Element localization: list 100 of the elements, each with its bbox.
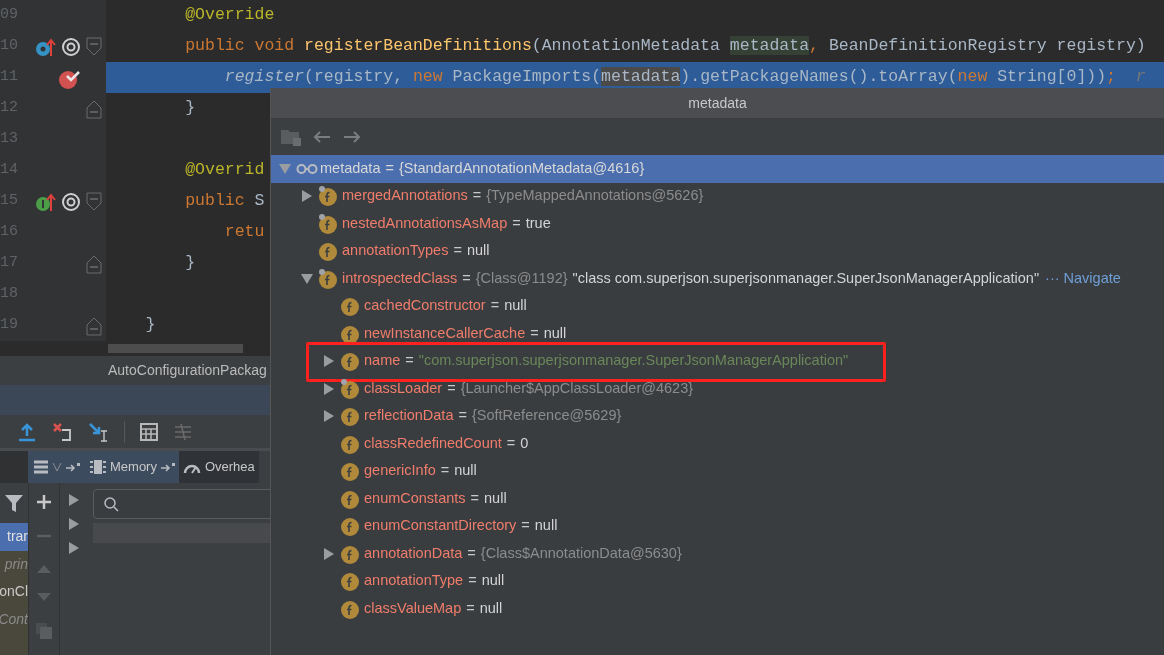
field-value: {SoftReference@5629}: [471, 406, 622, 426]
field-value: null: [454, 461, 477, 481]
field-name: newInstanceCallerCache: [364, 323, 526, 343]
field-value: null: [504, 296, 527, 316]
tree-row[interactable]: enumConstantDirectory = null: [271, 512, 1164, 540]
equals-sign: =: [530, 323, 539, 343]
code-line: }: [184, 97, 196, 120]
expand-arrow-icon[interactable]: [323, 355, 335, 368]
field-value: null: [484, 488, 507, 508]
tree-row[interactable]: name = "com.superjson.superjsonmanager.SuperJsonManagerApplication": [271, 347, 1164, 375]
field-name: enumConstantDirectory: [364, 516, 517, 536]
panel-tab[interactable]: Overhea: [178, 451, 259, 483]
equals-sign: =: [490, 296, 500, 316]
pin-arrow-icon: [66, 462, 80, 472]
collapse-arrow-icon[interactable]: [301, 272, 313, 285]
expand-arrow-icon[interactable]: [68, 494, 80, 506]
glasses-icon: [296, 162, 318, 175]
arrow-cursor-icon[interactable]: [88, 421, 110, 442]
field-name: classRedefinedCount: [364, 433, 502, 453]
tree-row[interactable]: newInstanceCallerCache = null: [271, 320, 1164, 348]
panel-tab[interactable]: Memory: [86, 451, 179, 483]
frame-item[interactable]: onCl: [0, 578, 28, 606]
expand-arrow-icon[interactable]: [323, 547, 335, 560]
expand-arrow-icon[interactable]: [68, 518, 80, 530]
tree-row[interactable]: annotationTypes = null: [271, 237, 1164, 265]
field-name: annotationData: [364, 543, 463, 563]
field-name: name: [364, 351, 401, 371]
folder-icon[interactable]: [281, 127, 301, 146]
field-value: 0: [520, 433, 529, 453]
tree-row[interactable]: genericInfo = null: [271, 457, 1164, 485]
chevron-down-icon: [52, 462, 62, 472]
fold-icon[interactable]: [86, 98, 102, 119]
field-value: true: [525, 213, 551, 233]
field-value: {Class@1192}: [475, 268, 568, 288]
expand-arrow-icon[interactable]: [301, 190, 313, 203]
search-icon: [104, 496, 119, 512]
field-name: introspectedClass: [342, 268, 458, 288]
field-name: enumConstants: [364, 488, 466, 508]
expand-arrow-icon[interactable]: [323, 410, 335, 423]
code-line: }: [184, 252, 196, 275]
forward-arrow-icon[interactable]: [343, 129, 361, 144]
code-line: retu: [223, 221, 265, 244]
equals-sign: =: [462, 268, 471, 288]
tree-row[interactable]: cachedConstructor = null: [271, 292, 1164, 320]
code-line: public S: [184, 190, 265, 213]
field-name: nestedAnnotationsAsMap: [342, 213, 508, 233]
pin-arrow-icon: [160, 462, 175, 472]
code-line: }: [144, 314, 156, 337]
equals-sign: =: [468, 571, 477, 591]
field-value: {Launcher$AppClassLoader@4623}: [460, 378, 694, 398]
tree-row[interactable]: enumConstants = null: [271, 485, 1164, 513]
equals-sign: =: [467, 543, 476, 563]
frames-tab[interactable]: [28, 451, 86, 483]
tree-row[interactable]: classValueMap = null: [271, 595, 1164, 623]
tree-row[interactable]: nestedAnnotationsAsMap = true: [271, 210, 1164, 238]
field-value: null: [479, 598, 503, 618]
frame-item[interactable]: trar: [0, 523, 28, 551]
equals-sign: =: [506, 433, 516, 453]
equals-sign: =: [466, 598, 475, 618]
equals-sign: =: [447, 378, 456, 398]
field-value: {StandardAnnotationMetadata@4616}: [398, 158, 645, 178]
popup-title: metadata: [688, 93, 747, 113]
tree-row[interactable]: classRedefinedCount = 0: [271, 430, 1164, 458]
editor-tab[interactable]: AutoConfigurationPackag: [108, 360, 267, 381]
tree-row[interactable]: annotationData = {Class$AnnotationData@5630}: [271, 540, 1164, 568]
equals-sign: =: [470, 488, 480, 508]
equals-sign: =: [453, 241, 462, 261]
expand-arrow-icon[interactable]: [323, 382, 335, 395]
navigate-link[interactable]: ··· Navigate: [1045, 267, 1121, 290]
tree-row[interactable]: reflectionData = {SoftReference@5629}: [271, 402, 1164, 430]
tree-row[interactable]: metadata = {StandardAnnotationMetadata@4616}: [271, 155, 1164, 183]
field-value: null: [466, 241, 490, 261]
field-value: null: [534, 516, 558, 536]
plus-icon[interactable]: [37, 495, 51, 509]
field-name: classLoader: [364, 378, 443, 398]
code-line: @Override: [184, 4, 275, 27]
memory-chip-icon: [90, 460, 106, 474]
field-name: classValueMap: [364, 598, 462, 618]
close-box-icon[interactable]: [52, 421, 74, 442]
expand-arrow-icon[interactable]: [68, 542, 80, 554]
tree-row[interactable]: classLoader = {Launcher$AppClassLoader@4623}: [271, 375, 1164, 403]
field-name: genericInfo: [364, 461, 436, 481]
back-arrow-icon[interactable]: [313, 129, 331, 144]
field-name: annotationType: [364, 571, 464, 591]
field-name: annotationTypes: [342, 241, 449, 261]
field-value: {TypeMappedAnnotations@5626}: [486, 186, 704, 206]
field-name: metadata: [320, 158, 381, 178]
equals-sign: =: [472, 186, 482, 206]
equals-sign: =: [405, 351, 414, 371]
calculator-icon[interactable]: [139, 421, 159, 442]
fold-icon[interactable]: [86, 315, 102, 336]
fold-icon[interactable]: [86, 253, 102, 274]
tree-row[interactable]: mergedAnnotations = {TypeMappedAnnotations@5626}: [271, 182, 1164, 210]
filter-icon[interactable]: [5, 494, 23, 512]
tree-row[interactable]: annotationType = null: [271, 567, 1164, 595]
tree-row[interactable]: introspectedClass = {Class@1192} "class com.superjson.superjsonmanager.SuperJsonManagerApplication" ··· Navigate: [271, 265, 1164, 293]
step-out-icon[interactable]: [16, 421, 38, 442]
code-line: public void registerBeanDefinitions(AnnotationMetadata metadata, BeanDefinitionRegistry registry): [184, 35, 1146, 58]
equals-sign: =: [385, 158, 394, 178]
scrollbar[interactable]: [108, 343, 243, 353]
